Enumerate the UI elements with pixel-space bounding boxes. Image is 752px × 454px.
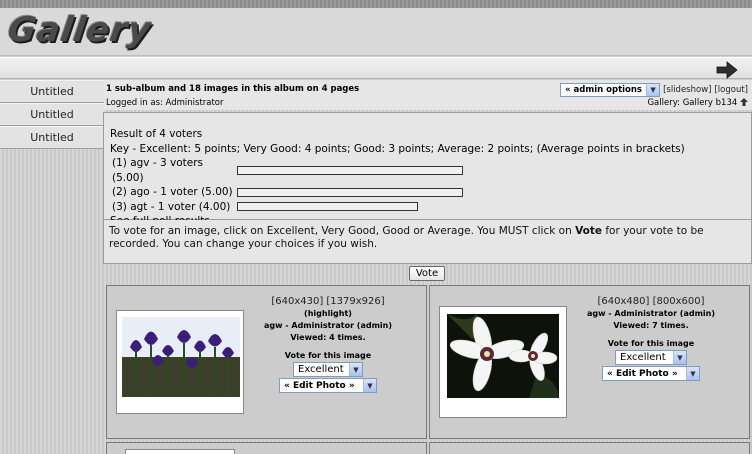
poll-result-row: (1) agv - 3 voters (5.00) [110,156,751,185]
vote-select-value: Excellent [620,351,666,363]
photo-highlight: (highlight) [304,309,352,318]
chevron-down-icon: ▼ [673,351,686,364]
chevron-down-icon: ▼ [349,363,362,376]
voting-instructions: To vote for an image, click on Excellent… [103,220,752,264]
photo-owner: agw - Administrator (admin) [263,321,393,330]
gallery-version-text[interactable]: Gallery: Gallery b134 [647,98,737,108]
chevron-down-icon: ▼ [646,84,660,96]
poll-key: Key - Excellent: 5 points; Very Good: 4 … [110,142,685,155]
vote-select[interactable]: Excellent ▼ [615,350,687,365]
edit-photo-value: « Edit Photo » [284,380,355,391]
photo-views: Viewed: 7 times. [613,321,689,330]
admin-options-select[interactable]: « admin options » ▼ [560,83,661,97]
chevron-down-icon: ▼ [686,367,699,380]
photo-cell: [640x430] [1379x926] (highlight) agw - A… [106,285,427,439]
instructions-text-1: To vote for an image, click on Excellent… [109,225,576,237]
purple-iris-flowers-icon[interactable] [122,317,240,397]
next-page-arrow-icon[interactable] [716,61,738,79]
photo-cell [429,442,750,454]
photo-sizes[interactable]: [640x430] [1379x926] [257,296,399,308]
vote-label: Vote for this image [284,351,372,360]
sidebar-item-untitled-2[interactable]: Untitled [0,103,104,126]
poll-result-label: (1) agv - 3 voters (5.00) [112,157,204,184]
vote-button[interactable]: Vote [409,266,445,281]
vote-select[interactable]: Excellent ▼ [293,362,363,377]
gallery-logo[interactable]: Gallery [5,10,154,50]
poll-result-row: (3) agt - 1 voter (4.00) [110,200,751,215]
instructions-vote-word: Vote [575,225,602,237]
photo-owner: agw - Administrator (admin) [586,309,716,318]
edit-photo-select[interactable]: « Edit Photo » ▼ [279,378,377,393]
poll-result-bar [237,187,463,197]
admin-toolbar: « admin options » ▼ [slideshow] [logout] [560,83,748,97]
photo-metadata: [640x430] [1379x926] (highlight) agw - A… [257,296,399,393]
photo-thumbnail-frame[interactable] [116,310,244,414]
top-strip [0,0,752,8]
poll-result-title: Result of 4 voters [110,128,203,140]
edit-photo-value: « Edit Photo » [607,368,678,379]
photo-cell: [640x480] [800x600] agw - Administrator … [429,285,750,439]
admin-options-value: « admin options » [565,85,651,95]
photo-thumbnail-frame[interactable] [125,449,235,454]
arrow-up-icon[interactable] [740,98,748,106]
white-clematis-flower-icon[interactable] [447,314,559,398]
sidebar-item-untitled-1[interactable]: Untitled [0,80,104,103]
sidebar-item-untitled-3[interactable]: Untitled [0,126,104,149]
poll-result-bar [237,202,418,212]
chevron-down-icon: ▼ [363,379,376,392]
logged-in-status: Logged in as: Administrator [106,98,224,108]
poll-result-bar [237,166,463,175]
album-info-bar: 1 sub-album and 18 images in this album … [104,80,752,110]
poll-result-label: (3) agt - 1 voter (4.00) [112,200,231,213]
poll-result-label: (2) ago - 1 voter (5.00) [112,186,233,198]
page-header: Gallery [0,8,752,56]
edit-photo-select[interactable]: « Edit Photo » ▼ [602,366,700,381]
slideshow-link[interactable]: [slideshow] [663,85,711,95]
poll-result-row: (2) ago - 1 voter (5.00) [110,185,751,200]
photo-metadata: [640x480] [800x600] agw - Administrator … [576,296,726,381]
photo-views: Viewed: 4 times. [290,333,366,342]
gallery-version: Gallery: Gallery b134 [647,98,748,108]
sidebar: Untitled Untitled Untitled [0,80,104,149]
vote-label: Vote for this image [607,339,695,348]
photo-sizes[interactable]: [640x480] [800x600] [576,296,726,308]
logout-link[interactable]: [logout] [714,85,748,95]
album-summary: 1 sub-album and 18 images in this album … [106,84,360,94]
photo-cell [106,442,427,454]
photo-thumbnail-frame[interactable] [439,306,567,418]
vote-select-value: Excellent [298,363,344,375]
poll-results-panel: Result of 4 voters Key - Excellent: 5 po… [103,112,752,227]
navigation-bar [0,57,752,79]
